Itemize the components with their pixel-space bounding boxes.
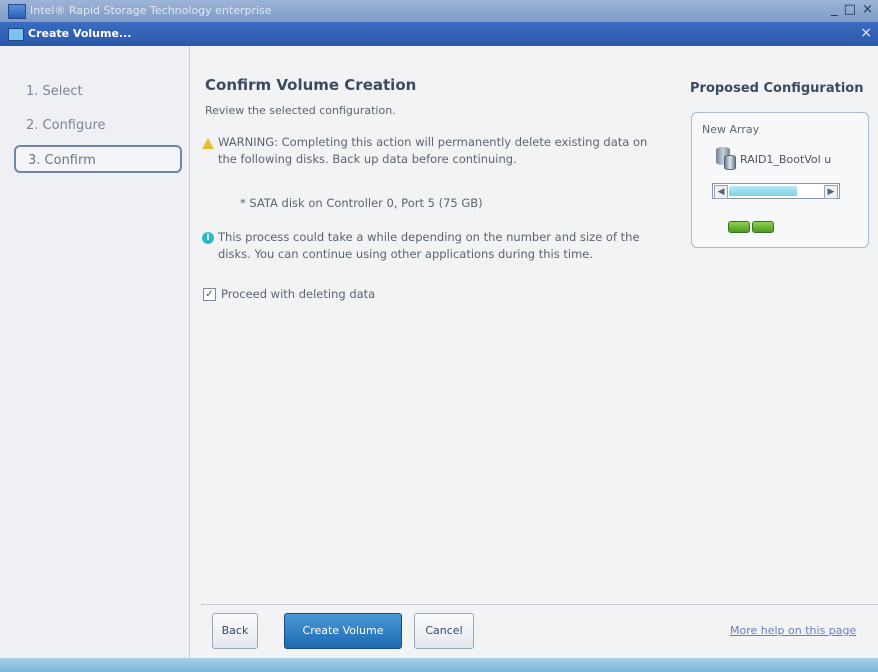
app-title: Intel® Rapid Storage Technology enterpri… xyxy=(30,4,272,17)
proceed-checkbox[interactable]: ✓ xyxy=(203,288,216,301)
wizard-steps-sidebar: 1. Select 2. Configure 3. Confirm xyxy=(0,46,190,658)
dialog-title: Create Volume... xyxy=(28,27,132,40)
status-bar xyxy=(0,658,878,672)
scroll-left-icon[interactable]: ◀ xyxy=(714,185,728,199)
app-title-bar: Intel® Rapid Storage Technology enterpri… xyxy=(0,0,878,23)
disk-icon xyxy=(728,221,750,233)
window-controls[interactable]: _ □ × xyxy=(831,2,874,17)
warning-text: WARNING: Completing this action will per… xyxy=(218,135,648,166)
info-icon: i xyxy=(202,232,214,244)
proceed-checkbox-label[interactable]: Proceed with deleting data xyxy=(221,287,375,301)
page-title: Confirm Volume Creation xyxy=(205,76,417,94)
close-icon[interactable]: × xyxy=(860,25,872,41)
confirm-panel: Confirm Volume Creation Review the selec… xyxy=(190,46,680,606)
scroll-right-icon[interactable]: ▶ xyxy=(824,185,838,199)
disk-icon xyxy=(752,221,774,233)
step-confirm[interactable]: 3. Confirm xyxy=(14,145,182,173)
volume-size-bar[interactable]: ◀ ▶ xyxy=(712,183,840,199)
step-configure[interactable]: 2. Configure xyxy=(14,112,182,140)
dialog-title-bar: Create Volume... × xyxy=(0,22,878,46)
array-label: New Array xyxy=(702,123,760,136)
database-small-icon xyxy=(724,155,736,170)
cancel-button[interactable]: Cancel xyxy=(414,613,474,649)
create-volume-button[interactable]: Create Volume xyxy=(284,613,402,649)
app-icon xyxy=(8,4,26,19)
review-text: Review the selected configuration. xyxy=(205,104,396,117)
step-select[interactable]: 1. Select xyxy=(14,78,182,106)
disk-list-item: * SATA disk on Controller 0, Port 5 (75 … xyxy=(240,196,483,210)
help-link[interactable]: More help on this page xyxy=(730,624,856,637)
back-button[interactable]: Back xyxy=(212,613,258,649)
warning-icon xyxy=(202,138,214,149)
info-text: This process could take a while dependin… xyxy=(218,230,640,261)
dialog-icon xyxy=(8,28,24,41)
footer-divider xyxy=(201,604,878,605)
volume-size-fill xyxy=(729,186,797,196)
proposed-configuration-title: Proposed Configuration xyxy=(690,81,864,96)
proposed-configuration-box: New Array RAID1_BootVol u ◀ ▶ xyxy=(691,112,869,248)
volume-name: RAID1_BootVol u xyxy=(740,153,832,166)
